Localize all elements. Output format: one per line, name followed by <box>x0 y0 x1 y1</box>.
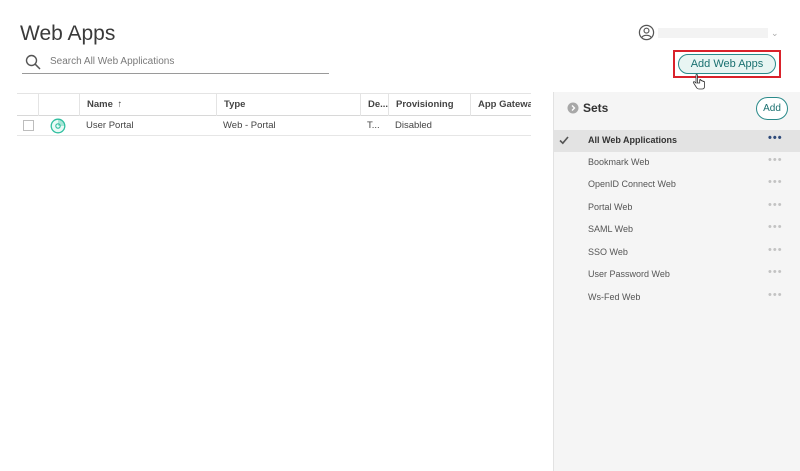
set-item-user-password-web[interactable]: User Password Web ••• <box>554 264 800 286</box>
add-set-button[interactable]: Add <box>756 97 788 120</box>
set-item-openid-connect-web[interactable]: OpenID Connect Web ••• <box>554 174 800 196</box>
portal-app-icon <box>50 118 66 134</box>
more-horizontal-icon[interactable]: ••• <box>768 176 783 188</box>
table-header: Name ↑ Type De... Provisioning App Gatew… <box>17 93 531 116</box>
column-header-description[interactable]: De... <box>360 94 388 116</box>
set-item-label: SSO Web <box>588 247 628 257</box>
more-horizontal-icon[interactable]: ••• <box>768 132 783 144</box>
user-menu[interactable]: ⌄ <box>638 24 780 44</box>
set-item-label: SAML Web <box>588 224 634 234</box>
set-item-label: Ws-Fed Web <box>588 292 641 302</box>
cell-provisioning: Disabled <box>395 120 432 131</box>
page-title: Web Apps <box>20 22 116 45</box>
add-web-apps-highlight: Add Web Apps <box>673 50 781 78</box>
chevron-down-icon: ⌄ <box>771 28 779 38</box>
more-horizontal-icon[interactable]: ••• <box>768 289 783 301</box>
more-horizontal-icon[interactable]: ••• <box>768 199 783 211</box>
user-name-redacted <box>658 28 768 38</box>
search-input[interactable] <box>50 56 320 67</box>
chevron-right-circle-icon[interactable] <box>567 102 579 114</box>
column-header-icon <box>38 94 79 116</box>
column-header-name-label: Name <box>87 99 113 110</box>
column-header-provisioning[interactable]: Provisioning <box>388 94 470 116</box>
sort-ascending-icon: ↑ <box>117 99 123 110</box>
search-bar[interactable] <box>22 53 329 74</box>
column-header-app-gateway[interactable]: App Gateway <box>470 94 531 116</box>
cell-name[interactable]: User Portal <box>79 116 216 136</box>
set-item-label: Portal Web <box>588 202 633 212</box>
set-item-label: All Web Applications <box>588 135 678 145</box>
more-horizontal-icon[interactable]: ••• <box>768 244 783 256</box>
row-checkbox[interactable] <box>23 120 34 131</box>
add-web-apps-button[interactable]: Add Web Apps <box>678 54 776 74</box>
set-item-label: OpenID Connect Web <box>588 179 676 189</box>
column-header-select <box>17 94 38 116</box>
sets-header: Sets Add <box>554 92 800 128</box>
set-item-label: User Password Web <box>588 269 670 279</box>
hand-cursor-icon <box>692 74 705 90</box>
more-horizontal-icon[interactable]: ••• <box>768 154 783 166</box>
checkmark-icon <box>559 136 569 145</box>
more-horizontal-icon[interactable]: ••• <box>768 221 783 233</box>
user-circle-icon <box>638 24 655 41</box>
sets-panel: Sets Add All Web Applications ••• Bookma… <box>553 92 800 471</box>
column-header-type[interactable]: Type <box>216 94 360 116</box>
cell-description: T... <box>367 120 380 131</box>
search-icon <box>25 54 41 70</box>
more-horizontal-icon[interactable]: ••• <box>768 266 783 278</box>
set-item-portal-web[interactable]: Portal Web ••• <box>554 197 800 219</box>
set-item-saml-web[interactable]: SAML Web ••• <box>554 219 800 241</box>
sets-title: Sets <box>583 101 609 115</box>
cell-type: Web - Portal <box>223 120 276 131</box>
set-item-bookmark-web[interactable]: Bookmark Web ••• <box>554 152 800 174</box>
set-item-label: Bookmark Web <box>588 157 650 167</box>
column-header-name[interactable]: Name ↑ <box>79 94 216 116</box>
set-item-ws-fed-web[interactable]: Ws-Fed Web ••• <box>554 287 800 309</box>
cell-app-gateway <box>470 116 531 136</box>
set-item-sso-web[interactable]: SSO Web ••• <box>554 242 800 264</box>
table-row[interactable]: User Portal Web - Portal T... Disabled <box>17 116 531 136</box>
set-item-all-web-applications[interactable]: All Web Applications ••• <box>554 130 800 152</box>
web-apps-table: Name ↑ Type De... Provisioning App Gatew… <box>17 93 531 136</box>
